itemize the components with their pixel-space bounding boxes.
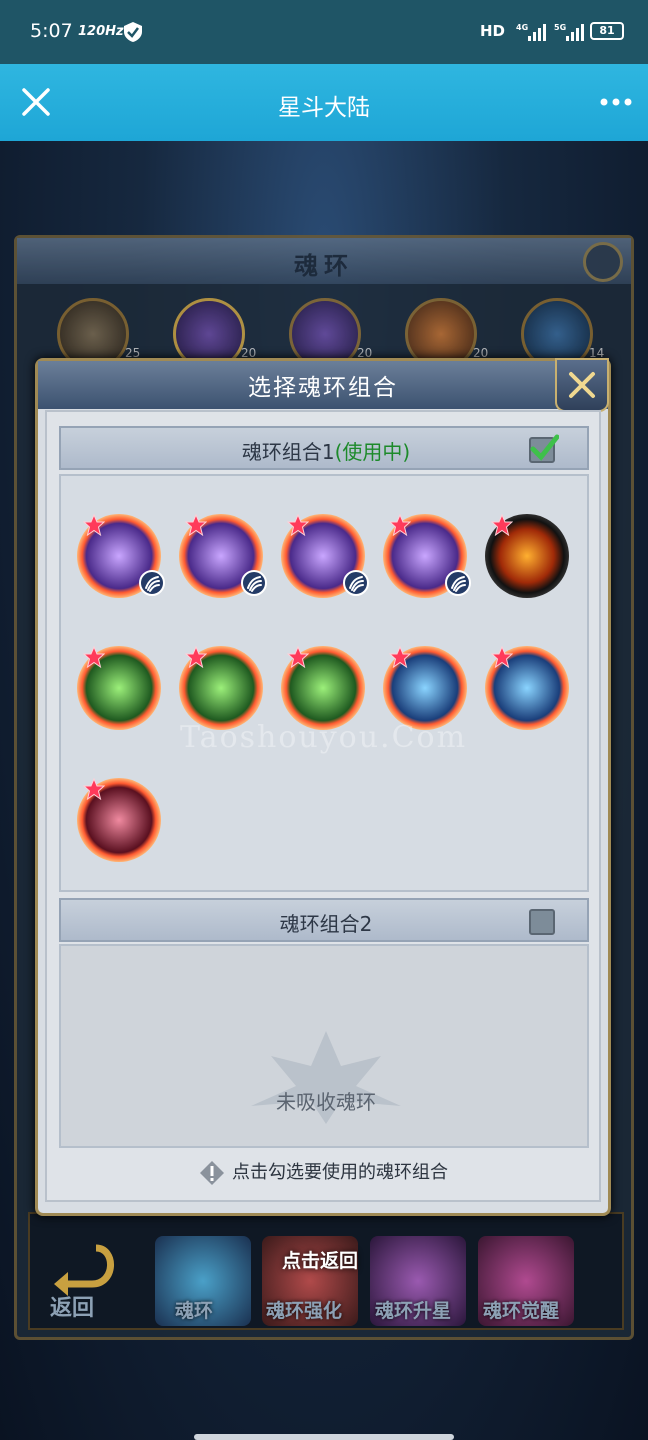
svg-text:4G: 4G bbox=[516, 23, 528, 32]
red-beast-ring-icon[interactable] bbox=[77, 778, 161, 862]
star-icon bbox=[185, 646, 207, 668]
dialog-hint: 点击勾选要使用的魂环组合 bbox=[35, 1158, 611, 1187]
empty-ring-text: 未吸收魂环 bbox=[276, 1090, 376, 1114]
green-clover-ring-icon[interactable] bbox=[179, 646, 263, 730]
watermark-text: Taoshouyou.Com bbox=[180, 720, 468, 755]
panel-header: 魂环 bbox=[17, 238, 631, 284]
status-time: 5:07 bbox=[30, 20, 73, 42]
star-icon bbox=[83, 646, 105, 668]
app-title: 星斗大陆 bbox=[278, 95, 370, 121]
signal-5g-icon: 5G bbox=[554, 23, 584, 41]
ring-combo-1-name: 魂环组合1 bbox=[241, 440, 335, 464]
ring-combo-2-body: 未吸收魂环 bbox=[59, 944, 589, 1148]
claw-badge-icon bbox=[343, 570, 369, 596]
ring-combo-1-checkbox[interactable] bbox=[529, 434, 559, 463]
purple-beast-ring-icon[interactable] bbox=[179, 514, 267, 598]
in-use-status: (使用中) bbox=[334, 440, 411, 464]
signal-4g-icon: 4G bbox=[516, 23, 546, 41]
star-icon bbox=[389, 514, 411, 536]
purple-beast-ring-icon[interactable] bbox=[77, 514, 165, 598]
status-bar: 5:07 120Hz HD 4G 5G 81 bbox=[0, 0, 648, 64]
more-options-icon[interactable] bbox=[598, 90, 634, 114]
star-icon bbox=[491, 646, 513, 668]
blue-claw-ring-icon[interactable] bbox=[485, 646, 569, 730]
star-icon bbox=[491, 514, 513, 536]
network-hd: HD bbox=[480, 22, 506, 40]
shield-icon bbox=[124, 22, 142, 42]
green-sprout-ring-icon[interactable] bbox=[77, 646, 161, 730]
star-icon bbox=[83, 514, 105, 536]
svg-text:5G: 5G bbox=[554, 23, 566, 32]
battery-indicator: 81 bbox=[590, 22, 624, 40]
tab-label-star: 魂环升星 bbox=[375, 1300, 452, 1322]
purple-lightning-ring-icon[interactable] bbox=[281, 514, 369, 598]
ring-combo-2-header[interactable]: 魂环组合2 bbox=[59, 898, 589, 942]
blue-ice-ring-icon[interactable] bbox=[383, 646, 467, 730]
tab-label-awaken: 魂环觉醒 bbox=[483, 1300, 560, 1322]
star-icon bbox=[185, 514, 207, 536]
claw-badge-icon bbox=[241, 570, 267, 596]
tap-to-return-hint[interactable]: 点击返回 bbox=[282, 1246, 358, 1273]
panel-close-button[interactable] bbox=[583, 242, 623, 282]
claw-badge-icon bbox=[139, 570, 165, 596]
claw-badge-icon bbox=[445, 570, 471, 596]
gesture-bar bbox=[194, 1434, 454, 1440]
warning-icon bbox=[200, 1161, 224, 1185]
star-icon bbox=[287, 514, 309, 536]
dialog-close-button[interactable] bbox=[555, 358, 609, 412]
checkmark-icon bbox=[530, 434, 559, 461]
green-spirit-ring-icon[interactable] bbox=[281, 646, 365, 730]
app-bar: 星斗大陆 bbox=[0, 64, 648, 141]
ring-combo-1-rings bbox=[59, 474, 589, 892]
tab-label-enhance: 魂环强化 bbox=[266, 1300, 343, 1322]
ring-combo-1-header[interactable]: 魂环组合1(使用中) bbox=[59, 426, 589, 470]
panel-title: 魂环 bbox=[294, 252, 354, 280]
ring-combo-1-title: 魂环组合1(使用中) bbox=[61, 436, 591, 465]
star-icon bbox=[287, 646, 309, 668]
refresh-rate: 120Hz bbox=[78, 24, 124, 39]
back-button-label[interactable]: 返回 bbox=[50, 1290, 94, 1322]
select-ring-combo-dialog: 选择魂环组合 魂环组合1(使用中) 魂环组合2 未吸收魂环 点击勾选要使用的魂环… bbox=[35, 358, 611, 1216]
purple-beast-ring-icon[interactable] bbox=[383, 514, 471, 598]
hint-text: 点击勾选要使用的魂环组合 bbox=[232, 1162, 448, 1183]
star-icon bbox=[83, 778, 105, 800]
fire-ring-icon[interactable] bbox=[485, 514, 569, 598]
close-x-icon bbox=[569, 372, 595, 398]
dialog-title: 选择魂环组合 bbox=[248, 375, 398, 401]
ring-combo-2-title: 魂环组合2 bbox=[279, 912, 373, 936]
star-icon bbox=[389, 646, 411, 668]
ring-combo-2-checkbox[interactable] bbox=[529, 909, 555, 935]
tab-label-soul-ring: 魂环 bbox=[175, 1300, 214, 1322]
